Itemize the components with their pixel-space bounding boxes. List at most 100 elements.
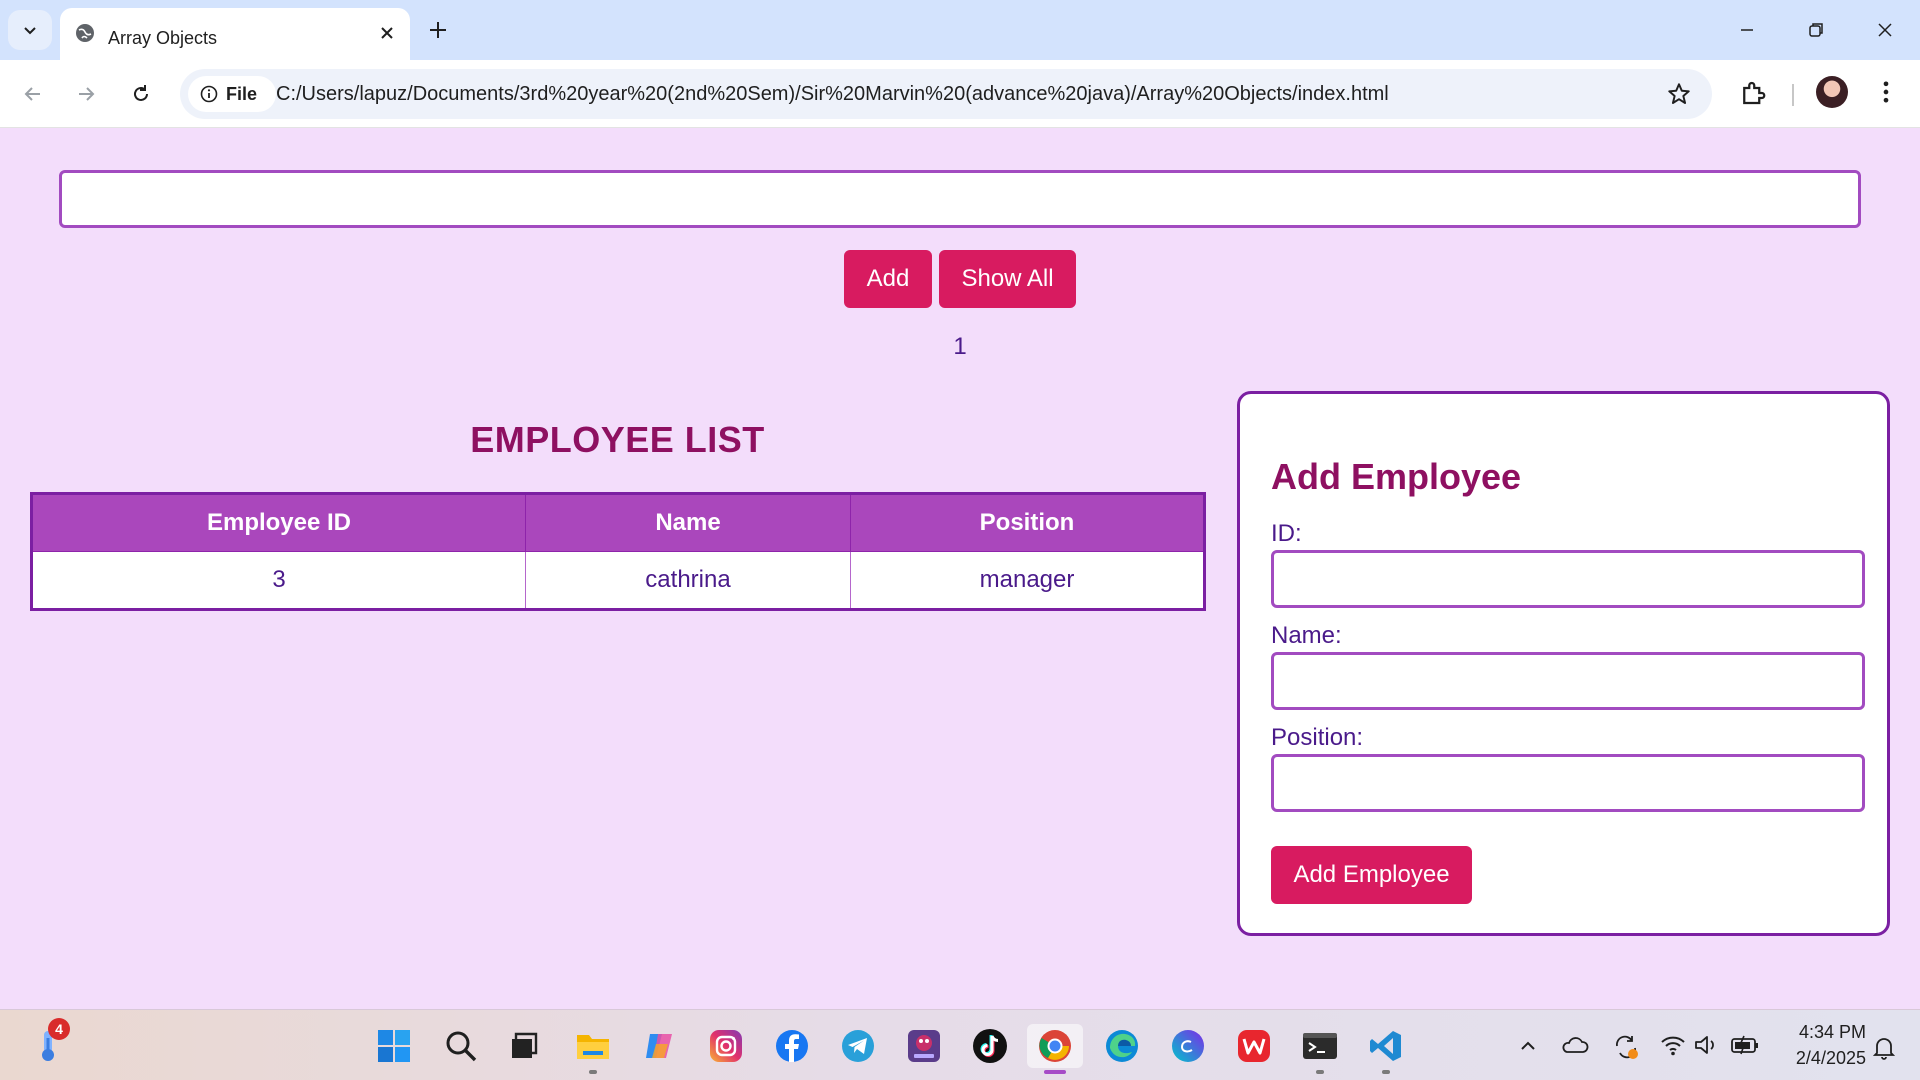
- wps-office-icon: [1238, 1030, 1270, 1062]
- file-chip-label: File: [226, 83, 258, 104]
- sync-icon[interactable]: [1612, 1034, 1640, 1060]
- window-close-button[interactable]: [1865, 14, 1905, 46]
- id-field[interactable]: [1271, 550, 1865, 608]
- running-indicator: [1316, 1070, 1324, 1074]
- browser-toolbar: File C:/Users/lapuz/Documents/3rd%20year…: [0, 60, 1920, 128]
- clock-time[interactable]: 4:34 PM: [1786, 1022, 1866, 1043]
- cell-employee-id: 3: [31, 551, 526, 610]
- cell-position: manager: [850, 551, 1205, 610]
- taskbar-telegram[interactable]: [836, 1024, 880, 1068]
- tiktok-icon: [973, 1029, 1007, 1063]
- restore-button[interactable]: [1796, 14, 1836, 46]
- taskbar-file-explorer[interactable]: [571, 1024, 615, 1074]
- chevron-up-icon[interactable]: [1518, 1036, 1538, 1056]
- browser-tabstrip: Array Objects: [0, 0, 1920, 60]
- onedrive-icon[interactable]: [1561, 1034, 1589, 1056]
- column-header-name: Name: [525, 493, 851, 552]
- taskbar-copilot[interactable]: [638, 1024, 682, 1068]
- taskbar-search[interactable]: [439, 1024, 483, 1068]
- chrome-icon: [1039, 1030, 1071, 1062]
- more-vertical-icon[interactable]: [1872, 78, 1900, 106]
- arrow-right-icon: [79, 87, 95, 101]
- vscode-icon: [1370, 1031, 1401, 1061]
- new-tab-icon[interactable]: [422, 14, 454, 46]
- notification-bell-icon[interactable]: [1873, 1036, 1895, 1060]
- count-display: 1: [953, 333, 967, 360]
- close-icon: [1878, 23, 1892, 37]
- game-app-icon: [908, 1030, 940, 1062]
- id-label: ID:: [1271, 520, 1302, 547]
- copilot-icon: [646, 1034, 672, 1058]
- reload-icon: [134, 85, 148, 101]
- reload-button[interactable]: [123, 76, 159, 112]
- wifi-icon[interactable]: [1660, 1034, 1686, 1056]
- table-header-row: Employee ID Name Position: [31, 493, 1205, 552]
- info-icon: [200, 85, 218, 103]
- star-icon[interactable]: [1666, 81, 1692, 107]
- add-button[interactable]: Add: [844, 250, 932, 308]
- position-label: Position:: [1271, 724, 1364, 751]
- terminal-icon: [1303, 1033, 1337, 1059]
- forward-button[interactable]: [68, 76, 104, 112]
- employee-list-title: EMPLOYEE LIST: [470, 419, 765, 460]
- add-employee-title: Add Employee: [1271, 456, 1522, 497]
- back-button[interactable]: [15, 76, 51, 112]
- start-icon: [378, 1030, 410, 1062]
- tab-title: Array Objects: [108, 28, 218, 48]
- position-field[interactable]: [1271, 754, 1865, 812]
- browser-tab[interactable]: Array Objects: [60, 8, 410, 60]
- arrow-left-icon: [24, 87, 40, 101]
- employee-table: Employee ID Name Position 3 cathrina man…: [30, 492, 1206, 611]
- taskbar-facebook[interactable]: [770, 1024, 814, 1068]
- taskbar-terminal[interactable]: [1298, 1024, 1342, 1074]
- taskbar-instagram[interactable]: [704, 1024, 748, 1068]
- task-view-icon: [512, 1032, 538, 1058]
- address-bar[interactable]: File C:/Users/lapuz/Documents/3rd%20year…: [180, 69, 1712, 119]
- close-icon[interactable]: [376, 22, 398, 44]
- add-employee-button[interactable]: Add Employee: [1271, 846, 1472, 904]
- edge-icon: [1106, 1030, 1138, 1062]
- running-indicator: [589, 1070, 597, 1074]
- search-icon: [446, 1031, 477, 1062]
- table-row: 3 cathrina manager: [31, 551, 1205, 610]
- facebook-icon: [776, 1030, 808, 1062]
- windows-taskbar: 4 4:34 PM 2/4/2025: [0, 1009, 1920, 1080]
- restore-icon: [1809, 23, 1823, 37]
- column-header-employee-id: Employee ID: [31, 493, 526, 552]
- toolbar-divider: [1792, 84, 1794, 106]
- chevron-down-icon: [24, 27, 36, 35]
- start-button[interactable]: [372, 1024, 416, 1068]
- volume-icon[interactable]: [1693, 1034, 1719, 1056]
- battery-icon[interactable]: [1730, 1034, 1760, 1056]
- show-all-button[interactable]: Show All: [939, 250, 1076, 308]
- taskbar-vscode[interactable]: [1364, 1024, 1408, 1074]
- page-content: Add Show All 1 EMPLOYEE LIST Employee ID…: [0, 129, 1920, 1009]
- running-indicator: [1382, 1070, 1390, 1074]
- taskbar-tiktok[interactable]: [968, 1024, 1012, 1068]
- minimize-button[interactable]: [1727, 14, 1767, 46]
- extensions-icon[interactable]: [1738, 78, 1768, 108]
- cell-name: cathrina: [525, 551, 851, 610]
- canva-icon: [1172, 1030, 1204, 1062]
- site-info-chip[interactable]: File: [188, 76, 276, 112]
- taskbar-chrome[interactable]: [1027, 1024, 1083, 1074]
- clock-date[interactable]: 2/4/2025: [1776, 1048, 1866, 1069]
- instagram-icon: [710, 1030, 742, 1062]
- column-header-position: Position: [850, 493, 1205, 552]
- profile-avatar[interactable]: [1816, 76, 1848, 108]
- name-label: Name:: [1271, 622, 1342, 649]
- task-view-button[interactable]: [502, 1024, 546, 1068]
- globe-icon: [76, 24, 94, 42]
- taskbar-edge[interactable]: [1100, 1024, 1144, 1068]
- taskbar-canva[interactable]: [1166, 1024, 1210, 1068]
- notification-badge: 4: [48, 1018, 70, 1040]
- url-text[interactable]: C:/Users/lapuz/Documents/3rd%20year%20(2…: [276, 83, 1389, 106]
- name-field[interactable]: [1271, 652, 1865, 710]
- minimize-icon: [1741, 29, 1753, 31]
- file-explorer-icon: [577, 1035, 609, 1059]
- active-indicator: [1044, 1070, 1066, 1074]
- taskbar-wps-office[interactable]: [1232, 1024, 1276, 1068]
- tab-search-button[interactable]: [8, 10, 52, 50]
- main-text-input[interactable]: [59, 170, 1861, 228]
- taskbar-game-app[interactable]: [902, 1024, 946, 1068]
